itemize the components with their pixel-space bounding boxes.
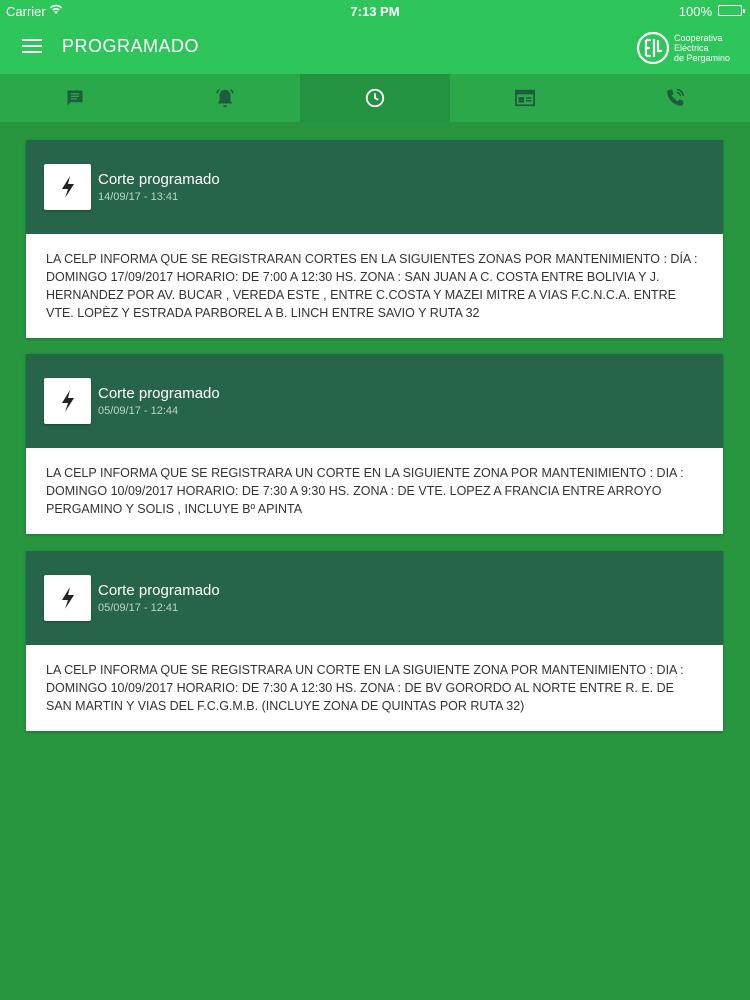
outage-card[interactable]: Corte programado 14/09/17 - 13:41 LA CEL… — [26, 140, 723, 338]
app-bar: PROGRAMADO Cooperativa Eléctrica de Perg… — [0, 22, 750, 74]
card-message: LA CELP INFORMA QUE SE REGISTRARA UN COR… — [26, 645, 723, 731]
card-message: LA CELP INFORMA QUE SE REGISTRARA UN COR… — [26, 448, 723, 534]
bell-icon — [216, 89, 234, 108]
status-bar: Carrier 7:13 PM 100% — [0, 0, 750, 22]
news-icon — [515, 89, 535, 107]
clock-time: 7:13 PM — [350, 4, 400, 19]
lightning-bolt-icon — [61, 390, 74, 412]
logo-text: Cooperativa Eléctrica de Pergamino — [673, 33, 730, 63]
message-icon — [67, 90, 83, 106]
phone-icon — [667, 89, 684, 106]
clock-icon — [365, 88, 385, 108]
celp-logo: Cooperativa Eléctrica de Pergamino — [636, 29, 730, 67]
card-date: 14/09/17 - 13:41 — [98, 191, 179, 203]
card-header: Corte programado 05/09/17 - 12:44 — [26, 354, 723, 448]
card-header: Corte programado 05/09/17 - 12:41 — [26, 551, 723, 645]
card-message: LA CELP INFORMA QUE SE REGISTRARAN CORTE… — [26, 234, 723, 338]
celp-logo-mark — [636, 31, 670, 65]
tab-news[interactable] — [450, 74, 600, 122]
outage-card[interactable]: Corte programado 05/09/17 - 12:44 LA CEL… — [26, 354, 723, 534]
outage-card[interactable]: Corte programado 05/09/17 - 12:41 LA CEL… — [26, 551, 723, 731]
card-icon-box — [44, 164, 91, 210]
tab-bar — [0, 74, 750, 122]
tab-contact[interactable] — [600, 74, 750, 122]
card-date: 05/09/17 - 12:44 — [98, 405, 179, 417]
card-icon-box — [44, 378, 91, 424]
tab-alerts[interactable] — [150, 74, 300, 122]
card-title: Corte programado — [98, 582, 220, 599]
page-title: PROGRAMADO — [62, 36, 200, 56]
tab-messages[interactable] — [0, 74, 150, 122]
card-title: Corte programado — [98, 171, 220, 188]
card-date: 05/09/17 - 12:41 — [98, 602, 179, 614]
lightning-bolt-icon — [61, 176, 74, 198]
card-icon-box — [44, 575, 91, 621]
hamburger-menu-icon[interactable] — [22, 39, 42, 55]
lightning-bolt-icon — [61, 587, 74, 609]
card-title: Corte programado — [98, 385, 220, 402]
battery-icon — [718, 5, 745, 16]
tab-scheduled[interactable] — [300, 74, 450, 122]
card-header: Corte programado 14/09/17 - 13:41 — [26, 140, 723, 234]
battery-percent: 100% — [678, 4, 712, 19]
